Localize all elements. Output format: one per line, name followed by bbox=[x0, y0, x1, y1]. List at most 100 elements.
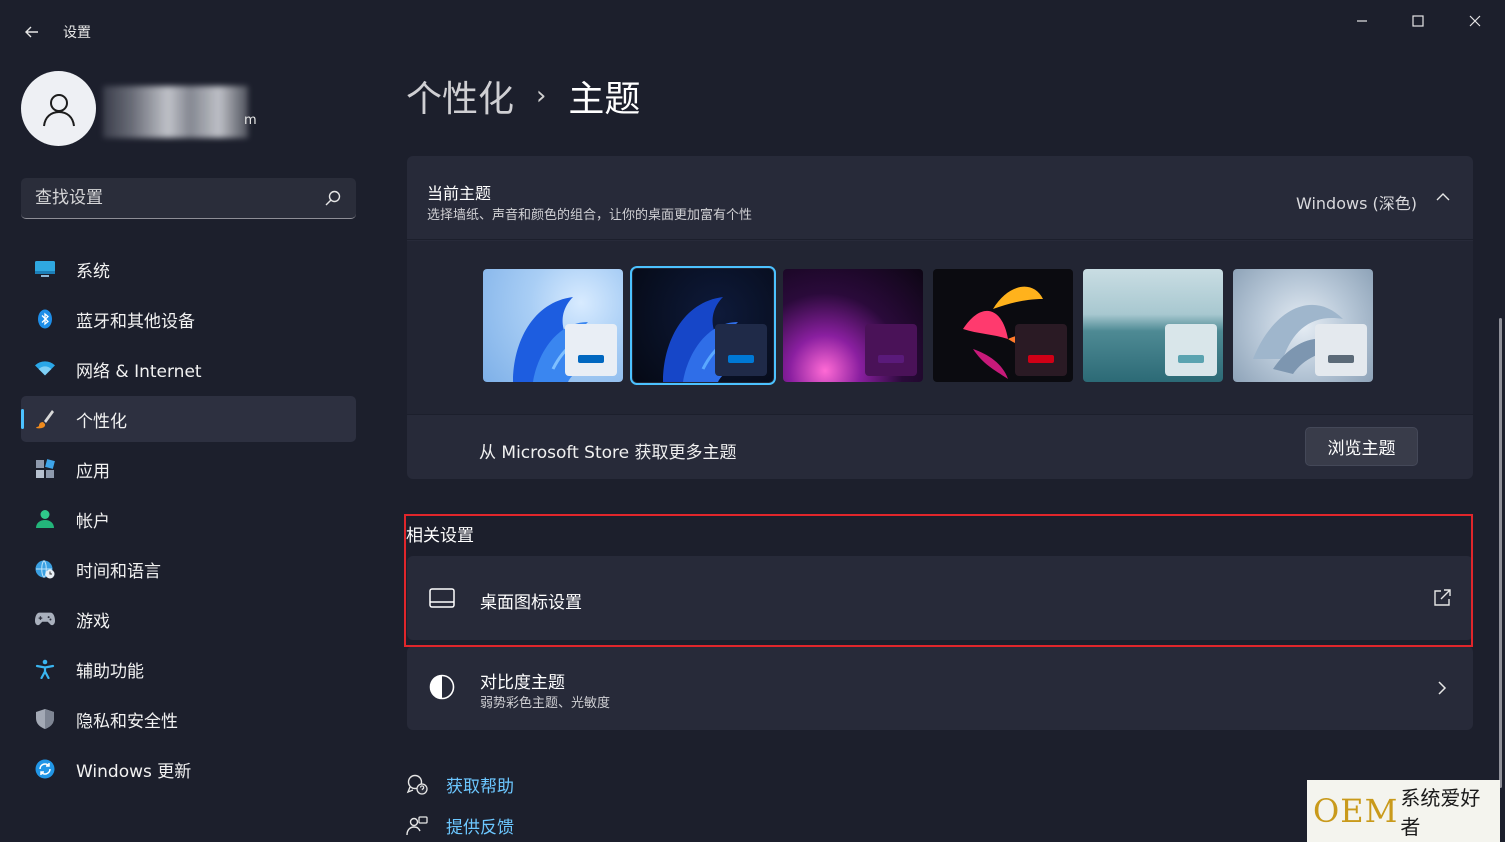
get-help-label[interactable]: 获取帮助 bbox=[446, 772, 514, 797]
desktop-monitor-icon bbox=[429, 586, 455, 610]
sidebar-item-label: 游戏 bbox=[76, 611, 110, 632]
sidebar-item-label: 蓝牙和其他设备 bbox=[76, 311, 195, 332]
sidebar-item-label: Windows 更新 bbox=[76, 761, 192, 782]
theme-preview-window bbox=[1015, 324, 1067, 376]
theme-accent-bar bbox=[578, 355, 604, 363]
watermark-text: 系统爱好者 bbox=[1400, 786, 1481, 839]
feedback-icon bbox=[406, 815, 428, 835]
current-theme-title: 当前主题 bbox=[427, 184, 492, 203]
back-arrow-icon bbox=[25, 26, 38, 38]
theme-preview-window bbox=[565, 324, 617, 376]
theme-preview-window bbox=[715, 324, 767, 376]
maximize-icon bbox=[1412, 15, 1424, 27]
back-button[interactable] bbox=[18, 18, 46, 46]
apps-icon bbox=[35, 459, 55, 479]
maximize-button[interactable] bbox=[1395, 6, 1441, 36]
search-icon[interactable] bbox=[324, 189, 342, 207]
sidebar-item-gaming[interactable]: 游戏 bbox=[21, 596, 356, 642]
brush-icon bbox=[35, 409, 55, 429]
app-title: 设置 bbox=[63, 25, 91, 41]
sidebar-item-time-language[interactable]: 时间和语言 bbox=[21, 546, 356, 592]
current-theme-value: Windows (深色) bbox=[1296, 194, 1417, 213]
minimize-button[interactable] bbox=[1339, 6, 1385, 36]
sidebar-item-apps[interactable]: 应用 bbox=[21, 446, 356, 492]
search-input[interactable] bbox=[21, 178, 311, 218]
current-theme-card: 当前主题 选择墙纸、声音和颜色的组合，让你的桌面更加富有个性 Windows (… bbox=[407, 156, 1473, 479]
bluetooth-icon bbox=[35, 309, 55, 329]
breadcrumb-separator: › bbox=[536, 81, 547, 111]
title-bar: 设置 bbox=[0, 0, 1505, 60]
theme-thumb-windows-dark[interactable] bbox=[630, 266, 776, 385]
close-icon bbox=[1469, 15, 1481, 27]
scrollbar[interactable] bbox=[1499, 318, 1502, 788]
sidebar-item-network[interactable]: 网络 & Internet bbox=[21, 346, 356, 392]
watermark: OEM 系统爱好者 bbox=[1307, 780, 1500, 842]
theme-accent-bar bbox=[1178, 355, 1204, 363]
feedback-label[interactable]: 提供反馈 bbox=[446, 813, 514, 838]
sidebar-item-system[interactable]: 系统 bbox=[21, 246, 356, 292]
feedback-link[interactable]: 提供反馈 bbox=[406, 813, 514, 838]
current-theme-subtitle: 选择墙纸、声音和颜色的组合，让你的桌面更加富有个性 bbox=[427, 208, 753, 223]
sidebar-item-label: 辅助功能 bbox=[76, 661, 144, 682]
sidebar-item-accessibility[interactable]: 辅助功能 bbox=[21, 646, 356, 692]
breadcrumb-parent[interactable]: 个性化 bbox=[406, 70, 514, 122]
user-info-blurred bbox=[103, 86, 248, 138]
theme-thumb-sunrise[interactable] bbox=[1083, 269, 1223, 382]
wifi-icon bbox=[35, 359, 55, 379]
close-button[interactable] bbox=[1452, 6, 1498, 36]
gamepad-icon bbox=[35, 609, 55, 629]
external-link-icon bbox=[1434, 589, 1451, 606]
watermark-oem: OEM bbox=[1313, 792, 1399, 830]
sidebar-item-personalization[interactable]: 个性化 bbox=[21, 396, 356, 442]
contrast-themes-label: 对比度主题 bbox=[480, 673, 565, 693]
page-title: 主题 bbox=[568, 79, 641, 120]
monitor-icon bbox=[35, 259, 55, 279]
sidebar-item-label: 应用 bbox=[76, 461, 110, 482]
theme-preview-window bbox=[1165, 324, 1217, 376]
store-themes-text: 从 Microsoft Store 获取更多主题 bbox=[479, 443, 737, 463]
sidebar-item-label: 帐户 bbox=[76, 511, 110, 532]
contrast-themes-row[interactable]: 对比度主题 弱势彩色主题、光敏度 bbox=[407, 646, 1473, 730]
contrast-icon bbox=[429, 674, 455, 700]
breadcrumb: 个性化 › 主题 bbox=[406, 70, 640, 122]
sidebar-item-label: 个性化 bbox=[76, 411, 127, 432]
theme-accent-bar bbox=[1028, 355, 1054, 363]
sidebar-item-label: 系统 bbox=[76, 261, 110, 282]
browse-themes-button[interactable]: 浏览主题 bbox=[1305, 427, 1418, 466]
current-theme-header[interactable]: 当前主题 选择墙纸、声音和颜色的组合，让你的桌面更加富有个性 Windows (… bbox=[407, 156, 1473, 240]
active-indicator bbox=[21, 409, 24, 429]
theme-thumb-flow[interactable] bbox=[1233, 269, 1373, 382]
minimize-icon bbox=[1357, 20, 1367, 22]
theme-preview-window bbox=[1315, 324, 1367, 376]
sidebar-item-bluetooth[interactable]: 蓝牙和其他设备 bbox=[21, 296, 356, 342]
account-icon bbox=[35, 509, 55, 529]
store-row: 从 Microsoft Store 获取更多主题 浏览主题 bbox=[407, 416, 1473, 479]
chevron-right-icon bbox=[1438, 681, 1447, 695]
sidebar-item-label: 网络 & Internet bbox=[76, 361, 202, 382]
theme-accent-bar bbox=[728, 355, 754, 363]
help-chat-icon bbox=[406, 774, 428, 795]
theme-accent-bar bbox=[1328, 355, 1354, 363]
update-icon bbox=[35, 759, 55, 779]
globe-clock-icon bbox=[35, 559, 55, 579]
related-settings-title: 相关设置 bbox=[406, 526, 474, 546]
search-box bbox=[21, 178, 356, 219]
sidebar-item-label: 时间和语言 bbox=[76, 561, 161, 582]
sidebar-nav: 系统 蓝牙和其他设备 网络 & Internet 个性化 应用 帐户 时间和语言… bbox=[21, 246, 356, 796]
sidebar-item-label: 隐私和安全性 bbox=[76, 711, 178, 732]
theme-thumb-captured-motion[interactable] bbox=[933, 269, 1073, 382]
contrast-themes-subtitle: 弱势彩色主题、光敏度 bbox=[480, 696, 611, 711]
desktop-icon-settings-row[interactable]: 桌面图标设置 bbox=[407, 556, 1473, 640]
theme-preview-window bbox=[865, 324, 917, 376]
sidebar-item-accounts[interactable]: 帐户 bbox=[21, 496, 356, 542]
theme-thumb-glow[interactable] bbox=[783, 269, 923, 382]
desktop-icon-settings-label: 桌面图标设置 bbox=[480, 593, 582, 613]
chevron-up-icon[interactable] bbox=[1435, 189, 1451, 205]
shield-icon bbox=[35, 709, 55, 729]
theme-accent-bar bbox=[878, 355, 904, 363]
sidebar-item-windows-update[interactable]: Windows 更新 bbox=[21, 746, 356, 792]
sidebar-item-privacy[interactable]: 隐私和安全性 bbox=[21, 696, 356, 742]
avatar[interactable] bbox=[21, 71, 96, 146]
theme-thumb-windows-light[interactable] bbox=[483, 269, 623, 382]
get-help-link[interactable]: 获取帮助 bbox=[406, 772, 514, 797]
